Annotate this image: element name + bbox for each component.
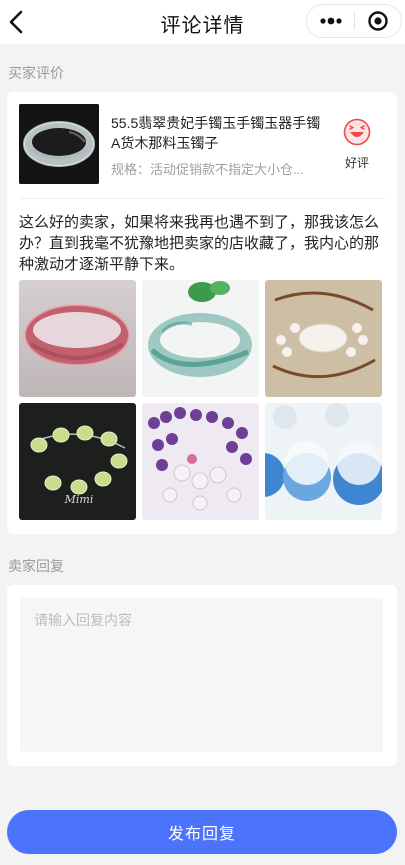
review-photo[interactable] (19, 280, 136, 397)
rating-badge: 好评 (340, 118, 374, 171)
product-spec: 规格：活动促销款不指定大小仓... (111, 162, 304, 177)
divider (19, 198, 385, 199)
review-photo[interactable]: Mimi (19, 403, 136, 520)
rating-label: 好评 (344, 156, 369, 170)
review-photo[interactable] (265, 403, 382, 520)
bangle-photo (19, 104, 99, 184)
menu-capsule (306, 4, 402, 38)
nav-header: 评论详情 (0, 0, 405, 44)
svg-text:Mimi: Mimi (64, 493, 94, 506)
laughing-face-icon (343, 118, 371, 146)
review-card: 55.5翡翠贵妃手镯玉手镯玉器手镯A货木那料玉镯子 规格：活动促销款不指定大小仓… (7, 92, 397, 534)
close-miniprogram-button[interactable] (355, 5, 401, 37)
review-photo-grid: Mimi (19, 280, 385, 520)
more-button[interactable] (307, 5, 354, 37)
review-photo[interactable] (142, 403, 259, 520)
seller-reply-label: 卖家回复 (8, 558, 64, 574)
target-circle-icon (368, 11, 388, 31)
review-photo[interactable] (265, 280, 382, 397)
buyer-review-label: 买家评价 (8, 65, 64, 81)
more-dots-icon (319, 17, 342, 25)
reply-textarea[interactable] (20, 598, 383, 752)
product-name[interactable]: 55.5翡翠贵妃手镯玉手镯玉器手镯A货木那料玉镯子 (111, 113, 325, 153)
review-photo[interactable] (142, 280, 259, 397)
review-comment: 这么好的卖家，如果将来我再也遇不到了，那我该怎么办？直到我毫不犹豫地把卖家的店收… (19, 214, 380, 273)
product-thumbnail[interactable] (19, 104, 99, 184)
publish-reply-button[interactable]: 发布回复 (7, 810, 397, 854)
